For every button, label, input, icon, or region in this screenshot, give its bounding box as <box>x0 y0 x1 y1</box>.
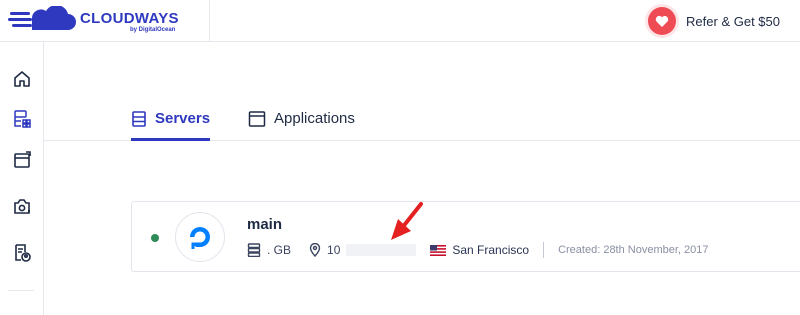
tab-servers-label: Servers <box>155 110 211 127</box>
camera-gear-icon <box>14 199 30 214</box>
server-stack-icon <box>132 111 146 127</box>
us-flag-icon <box>430 244 447 256</box>
app-root: CLOUDWAYS by DigitalOcean Refer & Get $5… <box>0 0 800 315</box>
sidebar-divider <box>8 290 34 291</box>
server-region: San Francisco <box>430 243 529 257</box>
server-ip-value[interactable]: 10 <box>327 243 340 257</box>
sidebar-item-team[interactable] <box>7 238 37 268</box>
server-region-label: San Francisco <box>452 243 530 257</box>
document-user-icon <box>15 244 31 262</box>
servers-apps-icon <box>14 110 31 128</box>
sidebar-item-addons[interactable] <box>7 192 37 222</box>
tab-servers[interactable]: Servers <box>131 107 211 141</box>
tabs-bar: Servers Applications <box>44 97 800 141</box>
digitalocean-logo-icon <box>175 212 225 262</box>
left-sidebar <box>0 42 44 315</box>
server-ip: 10 <box>309 243 417 257</box>
cloud-logo-icon <box>8 6 76 30</box>
annotation-arrow-icon <box>391 202 423 240</box>
sidebar-item-servers[interactable] <box>7 104 37 134</box>
status-indicator <box>151 234 159 242</box>
refer-label: Refer & Get $50 <box>686 13 780 29</box>
brand-logo[interactable]: CLOUDWAYS by DigitalOcean <box>0 0 210 42</box>
location-pin-icon <box>309 243 321 257</box>
top-header: CLOUDWAYS by DigitalOcean Refer & Get $5… <box>0 0 800 42</box>
server-card[interactable]: main . GB 10 San Francisco Created: 28th… <box>131 201 800 272</box>
brand-name: CLOUDWAYS <box>80 10 179 27</box>
server-ram-value: . GB <box>267 243 292 257</box>
sidebar-item-applications[interactable] <box>7 145 37 175</box>
home-icon <box>14 71 30 87</box>
ram-icon <box>247 243 261 257</box>
meta-divider <box>543 242 545 258</box>
server-ram: . GB <box>247 243 291 257</box>
redacted-ip <box>346 244 417 256</box>
brand-subtitle: by DigitalOcean <box>130 27 176 33</box>
refer-link[interactable]: Refer & Get $50 <box>648 6 780 36</box>
heart-icon <box>648 7 677 35</box>
server-meta: . GB 10 San Francisco Created: 28th Nove… <box>247 241 709 259</box>
sidebar-item-home[interactable] <box>7 64 37 94</box>
server-name[interactable]: main <box>247 216 282 233</box>
server-created-date: Created: 28th November, 2017 <box>558 244 709 256</box>
window-icon <box>14 151 31 168</box>
tab-applications-label: Applications <box>274 110 355 127</box>
browser-window-icon <box>248 111 266 127</box>
tab-applications[interactable]: Applications <box>248 107 355 141</box>
